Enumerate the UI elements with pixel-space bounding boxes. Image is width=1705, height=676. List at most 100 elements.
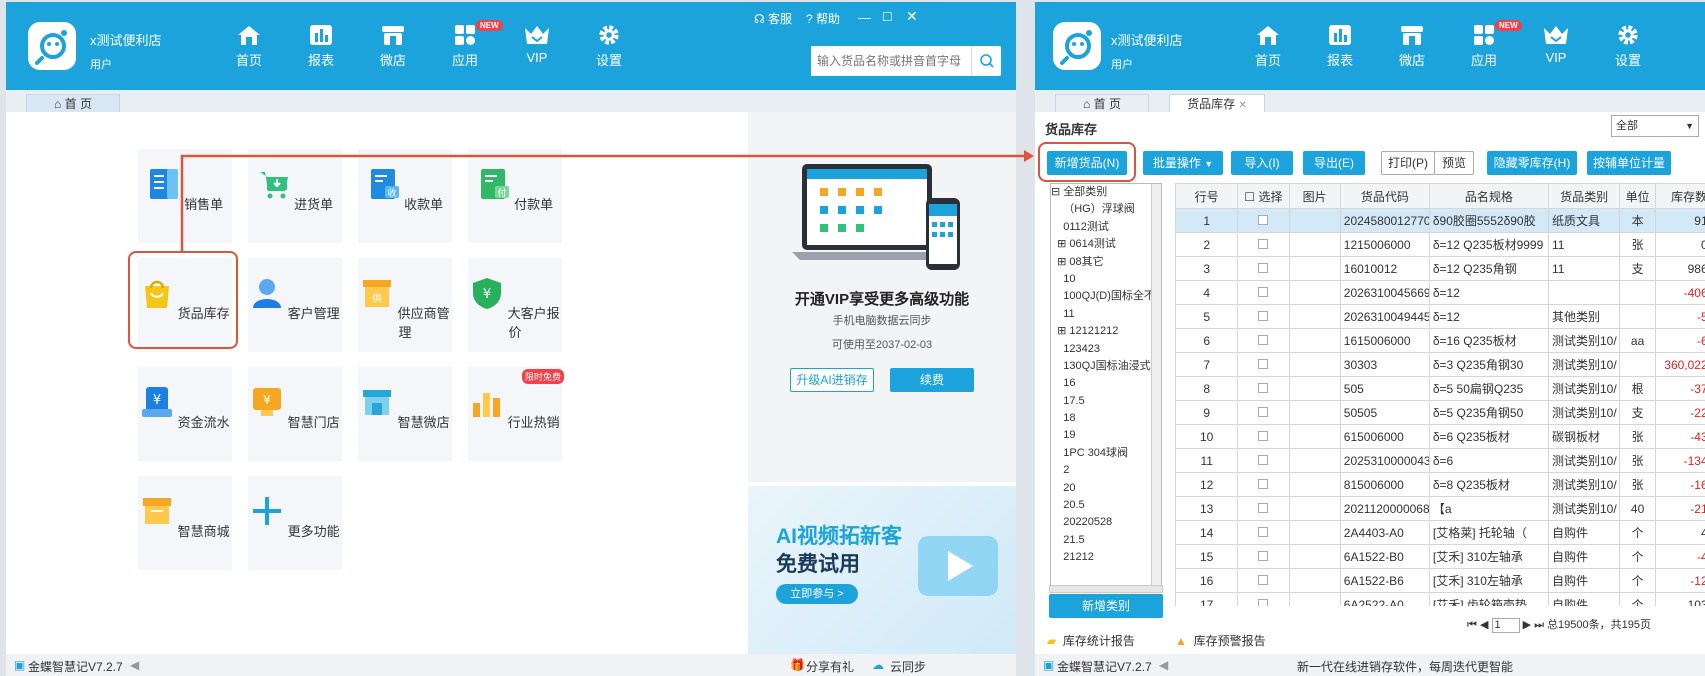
tab-close-icon[interactable]: ✕ (1238, 100, 1246, 111)
nav-microshop[interactable]: 微店 (366, 24, 420, 69)
column-header[interactable]: 货品代码 (1339, 183, 1430, 209)
tree-node[interactable]: 1PC 304球阀 (1051, 445, 1161, 462)
table-row[interactable]: 12 815006000δ=8 Q235板材测试类别10/张-16.000 (1175, 472, 1705, 497)
tree-hscrollbar[interactable] (1049, 585, 1163, 593)
stock-alert-report-link[interactable]: ▲ 库存预警报告 (1175, 632, 1266, 649)
share-link[interactable]: 分享有礼 (806, 658, 854, 675)
table-row[interactable]: 10 615006000δ=6 Q235板材碳钢板材张-43.500 (1175, 424, 1705, 449)
tree-node[interactable]: 123423 (1051, 341, 1161, 358)
table-row[interactable]: 3 16010012δ=12 Q235角钢11支986.000 (1175, 256, 1705, 281)
tree-root[interactable]: ⊟ 全部类别 (1051, 184, 1161, 201)
select-all-checkbox[interactable]: ☐ (1244, 190, 1258, 204)
nav-vip[interactable]: VIP (510, 24, 564, 65)
table-row[interactable]: 13 2021120000068【a测试类别10/40-21.000 (1175, 496, 1705, 521)
import-button[interactable]: 导入(I) (1231, 151, 1293, 175)
tree-node[interactable]: 21.5 (1051, 532, 1161, 549)
row-checkbox[interactable] (1237, 592, 1290, 606)
export-button[interactable]: 导出(E) (1303, 151, 1365, 175)
table-row[interactable]: 6 1615006000δ=16 Q235板材测试类别10/aa-6.500 (1175, 328, 1705, 353)
next-page-icon[interactable]: ▶ (1523, 619, 1531, 631)
tree-node[interactable]: ⊞ 12121212 (1051, 323, 1161, 340)
tree-node[interactable]: 20 (1051, 480, 1161, 497)
stock-stats-report-link[interactable]: ▰ 库存统计报告 (1047, 632, 1135, 649)
nav-settings[interactable]: 设置 (1601, 24, 1655, 69)
row-checkbox[interactable] (1237, 352, 1290, 377)
support-link[interactable]: ☊ 客服 (754, 10, 792, 27)
row-checkbox[interactable] (1237, 280, 1290, 305)
tab-home[interactable]: ⌂ 首 页 (26, 94, 120, 112)
tree-node[interactable]: 20220528 (1051, 514, 1161, 531)
tab-inventory[interactable]: 货品库存 ✕ (1169, 94, 1265, 112)
table-row[interactable]: 14 2A4403-A0[艾格莱] 托轮轴（自购件个4.000 (1175, 520, 1705, 545)
tree-node[interactable]: 18 (1051, 410, 1161, 427)
tile-more-features[interactable]: 更多功能 (248, 476, 342, 570)
tree-vscrollbar[interactable] (1151, 184, 1161, 587)
tree-node[interactable]: 2 (1051, 462, 1161, 479)
column-header[interactable]: 品名规格 (1428, 183, 1550, 209)
aux-unit-button[interactable]: 按辅单位计量 (1587, 151, 1671, 175)
nav-reports[interactable]: 报表 (294, 24, 348, 69)
table-row[interactable]: 9 50505δ=5 Q235角钢50测试类别10/支-22.500 (1175, 400, 1705, 425)
table-row[interactable]: 8 505δ=5 50扁钢Q235测试类别10/根-37.000 (1175, 376, 1705, 401)
tree-node[interactable]: 19 (1051, 427, 1161, 444)
tree-node[interactable]: 20.5 (1051, 497, 1161, 514)
column-header[interactable]: 行号 (1175, 183, 1239, 209)
row-checkbox[interactable] (1237, 232, 1290, 257)
column-header[interactable]: ☐ 选择 (1237, 183, 1290, 209)
upgrade-ai-button[interactable]: 升级AI进销存 (790, 368, 874, 392)
search-input[interactable] (811, 46, 969, 76)
row-checkbox[interactable] (1237, 376, 1290, 401)
page-input[interactable]: 1 (1491, 617, 1520, 633)
tab-home[interactable]: ⌂ 首 页 (1055, 94, 1149, 112)
tile-payment[interactable]: 付 付款单 (468, 149, 562, 243)
nav-home[interactable]: 首页 (1241, 24, 1295, 69)
help-link[interactable]: ? 帮助 (806, 10, 840, 27)
cloud-sync-link[interactable]: 云同步 (890, 658, 926, 675)
tile-industry-bestsellers[interactable]: 行业热销 限时免费 (468, 367, 564, 461)
tile-smart-microshop[interactable]: 智慧微店 (358, 367, 452, 461)
column-header[interactable]: 单位 (1619, 183, 1656, 209)
row-checkbox[interactable] (1237, 208, 1290, 233)
tree-node[interactable]: 17.5 (1051, 393, 1161, 410)
tree-node[interactable]: 16 (1051, 375, 1161, 392)
row-checkbox[interactable] (1237, 448, 1290, 473)
tree-node[interactable]: （HG）浮球阀 (1051, 201, 1161, 218)
nav-vip[interactable]: VIP (1529, 24, 1583, 65)
table-row[interactable]: 11 2025310000043δ=6测试类别10/张-134.000 (1175, 448, 1705, 473)
tree-node[interactable]: ⊞ 0614测试 (1051, 236, 1161, 253)
prev-page-icon[interactable]: ◀ (1480, 619, 1488, 631)
table-row[interactable]: 1 2024580012770δ90胶圈5552δ90胶纸质文具本91.000 (1175, 208, 1705, 233)
column-header[interactable]: 货品类别 (1547, 183, 1621, 209)
table-row[interactable]: 17 6A2522-A0[艾禾] 齿轮箱壳垫自购件个103.000 (1175, 592, 1705, 606)
nav-microshop[interactable]: 微店 (1385, 24, 1439, 69)
tile-smart-mall[interactable]: 智慧商城 (138, 476, 232, 570)
row-checkbox[interactable] (1237, 472, 1290, 497)
row-checkbox[interactable] (1237, 400, 1290, 425)
table-row[interactable]: 15 6A1522-B0[艾禾] 310左轴承自购件个-4.000 (1175, 544, 1705, 569)
row-checkbox[interactable] (1237, 256, 1290, 281)
tile-smart-store[interactable]: ¥ 智慧门店 (248, 367, 342, 461)
nav-reports[interactable]: 报表 (1313, 24, 1367, 69)
row-checkbox[interactable] (1237, 424, 1290, 449)
nav-apps[interactable]: 应用 NEW (1457, 20, 1522, 69)
row-checkbox[interactable] (1237, 304, 1290, 329)
tree-node[interactable]: 130QJ国标油浸式 (1051, 358, 1161, 375)
tile-receipt[interactable]: 收 收款单 (358, 149, 452, 243)
search-button[interactable] (971, 46, 1001, 76)
first-page-icon[interactable]: ⏮ (1467, 619, 1477, 631)
nav-settings[interactable]: 设置 (582, 24, 636, 69)
column-header[interactable]: 图片 (1288, 183, 1341, 209)
tile-purchase-order[interactable]: 进货单 (248, 149, 342, 243)
tree-node[interactable]: 21212 (1051, 549, 1161, 566)
ad-banner[interactable]: AI视频拓新客 免费试用 立即参与 > (748, 486, 1016, 666)
maximize-button[interactable]: ☐ (882, 10, 893, 24)
tile-sales-order[interactable]: 销售单 (138, 149, 232, 243)
nav-apps[interactable]: 应用 NEW (438, 20, 503, 69)
minimize-button[interactable]: — (858, 10, 871, 25)
table-row[interactable]: 7 30303δ=3 Q235角钢30测试类别10/360,022.000 (1175, 352, 1705, 377)
table-row[interactable]: 5 2026310049445δ=12其他类别 -5.000 (1175, 304, 1705, 329)
row-checkbox[interactable] (1237, 496, 1290, 521)
batch-operation-button[interactable]: 批量操作 ▼ (1143, 151, 1223, 175)
tile-cash-flow[interactable]: ¥ 资金流水 (138, 367, 232, 461)
tree-node[interactable]: 10 (1051, 271, 1161, 288)
